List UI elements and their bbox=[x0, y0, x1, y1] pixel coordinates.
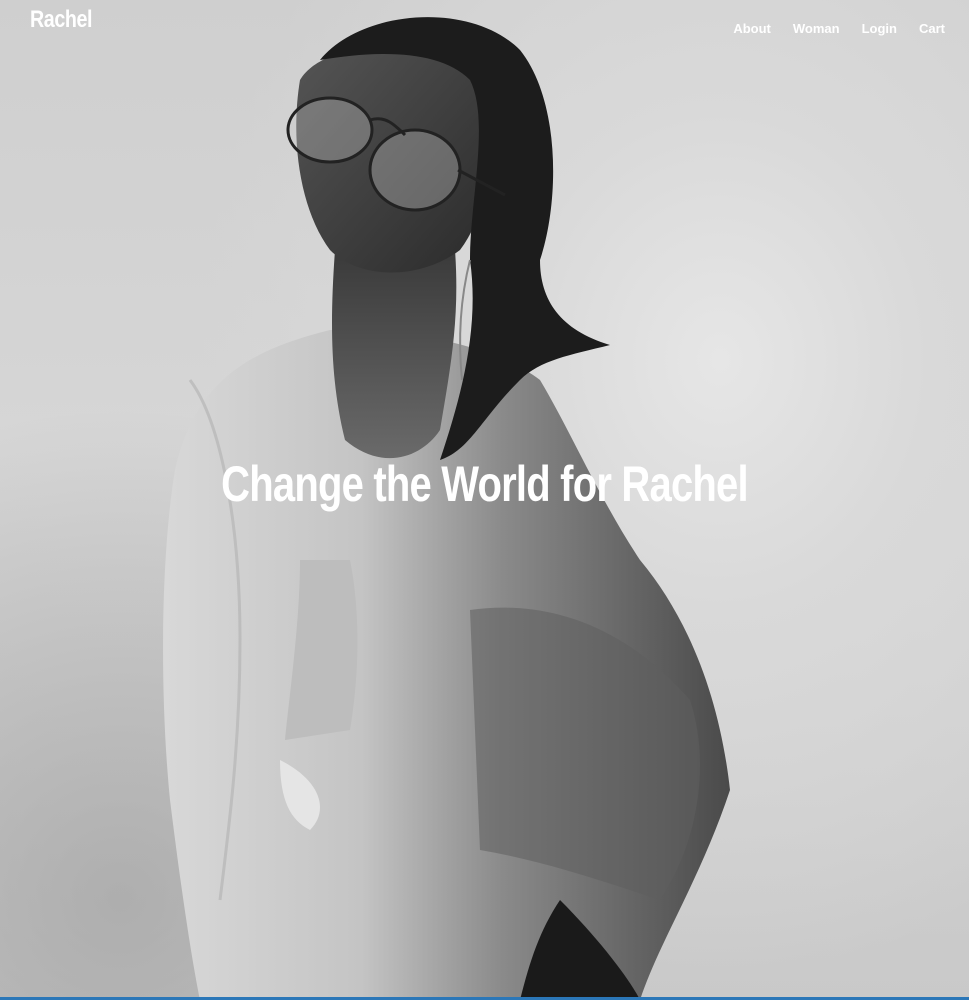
main-nav: About Woman Login Cart bbox=[711, 21, 945, 36]
nav-link-cart[interactable]: Cart bbox=[919, 21, 945, 36]
site-logo[interactable]: Rachel bbox=[30, 6, 92, 34]
site-header: Rachel About Woman Login Cart bbox=[0, 0, 969, 60]
hero-headline: Change the World for Rachel bbox=[221, 456, 748, 512]
nav-link-about[interactable]: About bbox=[733, 21, 771, 36]
page: Rachel About Woman Login Cart Change the… bbox=[0, 0, 969, 1000]
nav-link-woman[interactable]: Woman bbox=[793, 21, 840, 36]
nav-link-login[interactable]: Login bbox=[862, 21, 897, 36]
